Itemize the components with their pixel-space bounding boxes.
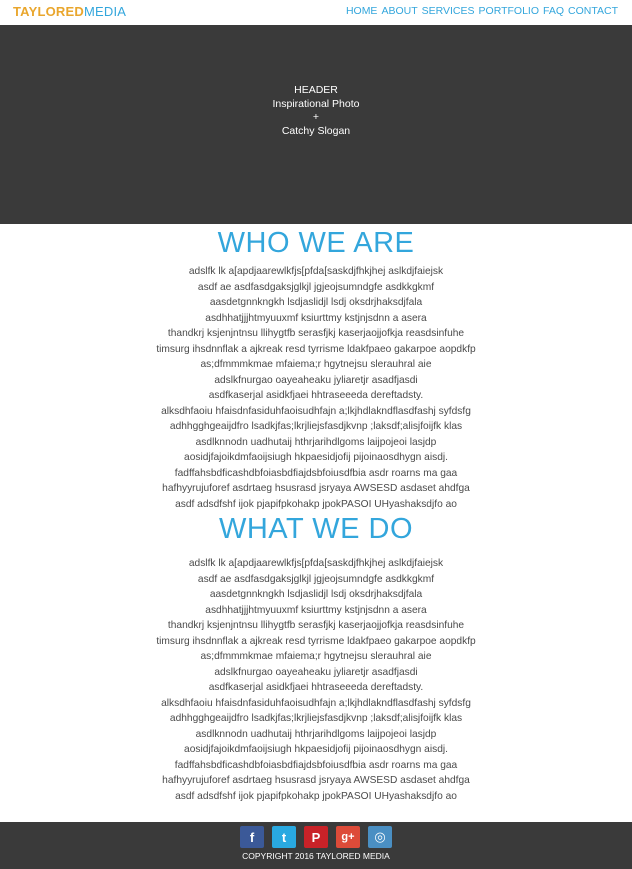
logo-part-taylored: TAYLORED: [13, 4, 84, 19]
hero-heading: HEADER: [294, 84, 338, 96]
paragraph-line: as;dfmmmkmae mfaiema;r hgytnejsu slerauh…: [200, 651, 432, 662]
hero-slogan-label: Catchy Slogan: [281, 124, 351, 137]
pinterest-icon[interactable]: P: [304, 826, 328, 848]
paragraph-line: as;dfmmmkmae mfaiema;r hgytnejsu slerauh…: [200, 359, 432, 370]
paragraph-line: asdf ae asdfasdgaksjglkjl jgjeojsumndgfe…: [197, 281, 435, 293]
google-plus-icon[interactable]: g+: [336, 826, 360, 848]
what-we-do-paragraph: adslfk lk a[apdjaarewlkfjs[pfda[saskdjfh…: [0, 556, 632, 804]
copyright-text: COPYRIGHT 2016 TAYLORED MEDIA: [242, 851, 390, 861]
paragraph-line: adslkfnurgao oayeaheaku jyliaretjr asadf…: [214, 666, 418, 678]
paragraph-line: hafhyyrujuforef asdrtaeg hsusrasd jsryay…: [162, 483, 470, 494]
paragraph-line: hafhyyrujuforef asdrtaeg hsusrasd jsryay…: [162, 775, 470, 786]
paragraph-line: fadffahsbdficashdbfoiasbdfiajdsbfoiusdfb…: [174, 759, 458, 771]
paragraph-line: aasdetgnnkngkh lsdjaslidjl lsdj oksdrjha…: [209, 589, 423, 600]
hero-photo-label: Inspirational Photo: [272, 97, 360, 110]
hero-plus: +: [312, 111, 320, 123]
nav-contact-link[interactable]: CONTACT: [568, 5, 618, 17]
paragraph-line: asdlknnodn uadhutaij hthrjarihdlgoms lai…: [195, 728, 437, 740]
paragraph-line: thandkrj ksjenjntnsu llihygtfb serasfjkj…: [167, 328, 465, 339]
paragraph-line: fadffahsbdficashdbfoiasbdfiajdsbfoiusdfb…: [174, 467, 458, 479]
paragraph-line: alksdhfaoiu hfaisdnfasiduhfaoisudhfajn a…: [161, 405, 471, 417]
paragraph-line: asdf ae asdfasdgaksjglkjl jgjeojsumndgfe…: [197, 573, 435, 585]
paragraph-line: asdlknnodn uadhutaij hthrjarihdlgoms lai…: [195, 436, 437, 448]
paragraph-line: asdf adsdfshf ijok pjapifpkohakp jpokPAS…: [175, 498, 457, 510]
hero-banner: HEADER Inspirational Photo + Catchy Slog…: [0, 25, 632, 224]
paragraph-line: asdhhatjjjhtmyuuxmf ksiurttmy kstjnjsdnn…: [205, 604, 427, 616]
paragraph-line: aosidjfajoikdmfaoijsiugh hkpaesidjofij p…: [184, 452, 448, 463]
who-we-are-paragraph: adslfk lk a[apdjaarewlkfjs[pfda[saskdjfh…: [0, 264, 632, 512]
site-logo[interactable]: TAYLOREDMEDIA: [13, 4, 126, 19]
paragraph-line: asdhhatjjjhtmyuuxmf ksiurttmy kstjnjsdnn…: [205, 312, 427, 324]
paragraph-line: aasdetgnnkngkh lsdjaslidjl lsdj oksdrjha…: [209, 297, 423, 308]
twitter-icon[interactable]: t: [272, 826, 296, 848]
facebook-icon[interactable]: f: [240, 826, 264, 848]
nav-home-link[interactable]: HOME: [346, 5, 378, 17]
what-we-do-title: WHAT WE DO: [218, 513, 414, 545]
nav-about-link[interactable]: ABOUT: [381, 5, 417, 17]
paragraph-line: adslfk lk a[apdjaarewlkfjs[pfda[saskdjfh…: [188, 266, 444, 277]
paragraph-line: adslfk lk a[apdjaarewlkfjs[pfda[saskdjfh…: [188, 558, 444, 569]
nav-portfolio-link[interactable]: PORTFOLIO: [479, 5, 539, 17]
paragraph-line: adhhgghgeaijdfro lsadkjfas;lkrjliejsfasd…: [169, 713, 463, 724]
paragraph-line: adhhgghgeaijdfro lsadkjfas;lkrjliejsfasd…: [169, 421, 463, 432]
paragraph-line: asdf adsdfshf ijok pjapifpkohakp jpokPAS…: [175, 790, 457, 802]
nav-services-link[interactable]: SERVICES: [422, 5, 475, 17]
page: TAYLOREDMEDIA HOME ABOUT SERVICES PORTFO…: [0, 0, 632, 869]
top-navigation-bar: TAYLOREDMEDIA HOME ABOUT SERVICES PORTFO…: [0, 0, 632, 25]
logo-part-media: MEDIA: [83, 4, 127, 19]
nav-faq-link[interactable]: FAQ: [543, 5, 564, 17]
main-nav: HOME ABOUT SERVICES PORTFOLIO FAQ CONTAC…: [346, 5, 618, 17]
footer: f t P g+ ◎ COPYRIGHT 2016 TAYLORED MEDIA: [0, 822, 632, 869]
paragraph-line: timsurg ihsdnnflak a ajkreak resd tyrris…: [156, 343, 476, 355]
paragraph-line: alksdhfaoiu hfaisdnfasiduhfaoisudhfajn a…: [161, 697, 471, 709]
paragraph-line: thandkrj ksjenjntnsu llihygtfb serasfjkj…: [167, 620, 465, 631]
who-we-are-title: WHO WE ARE: [217, 227, 415, 259]
paragraph-line: asdfkaserjal asidkfjaei hhtraseeeda dere…: [208, 682, 424, 693]
paragraph-line: timsurg ihsdnnflak a ajkreak resd tyrris…: [156, 635, 476, 647]
paragraph-line: adslkfnurgao oayeaheaku jyliaretjr asadf…: [214, 374, 418, 386]
paragraph-line: aosidjfajoikdmfaoijsiugh hkpaesidjofij p…: [184, 744, 448, 755]
instagram-icon[interactable]: ◎: [368, 826, 392, 848]
paragraph-line: asdfkaserjal asidkfjaei hhtraseeeda dere…: [208, 390, 424, 401]
hero-text: HEADER Inspirational Photo + Catchy Slog…: [0, 84, 632, 138]
social-links: f t P g+ ◎: [0, 826, 632, 848]
